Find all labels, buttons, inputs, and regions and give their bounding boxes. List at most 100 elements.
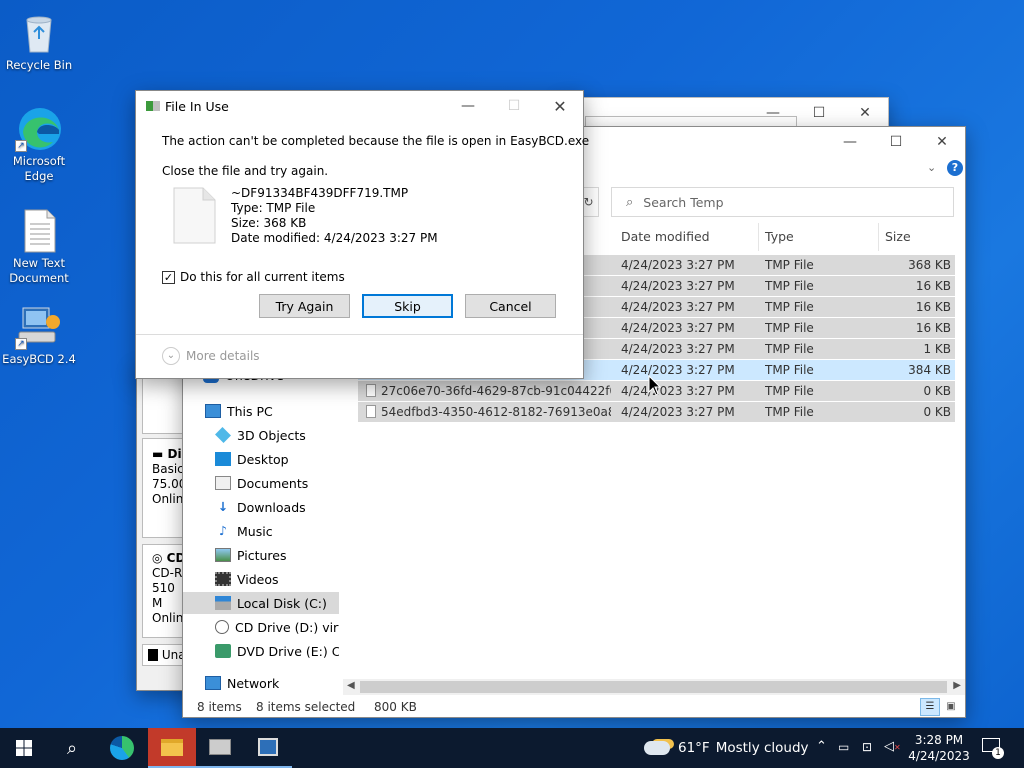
start-button[interactable] — [0, 728, 48, 768]
desktop-icon-text-document[interactable]: New Text Document — [1, 206, 77, 286]
apply-all-checkbox[interactable]: ✓ Do this for all current items — [162, 270, 345, 284]
taskbar-easybcd[interactable] — [244, 728, 292, 768]
column-header-size[interactable]: Size — [885, 229, 911, 244]
taskbar-edge[interactable] — [98, 728, 146, 768]
dialog-app-icon — [146, 101, 160, 111]
cd-drive-icon — [215, 620, 229, 634]
search-box[interactable]: ⌕ Search Temp — [611, 187, 954, 217]
checkbox-label: Do this for all current items — [180, 270, 345, 284]
pictures-icon — [215, 548, 231, 562]
large-icons-view-icon[interactable]: ▣ — [943, 699, 959, 715]
search-button[interactable]: ⌕ — [48, 728, 96, 768]
column-divider[interactable] — [758, 223, 759, 251]
nav-item-downloads[interactable]: ↓ Downloads — [215, 496, 306, 518]
disk-line: 510 M — [152, 581, 175, 610]
help-icon[interactable]: ? — [947, 160, 963, 176]
desktop-icon-easybcd[interactable]: ↗ EasyBCD 2.4 — [1, 302, 77, 367]
file-type: TMP File — [765, 363, 814, 377]
weather-widget[interactable]: 61°F Mostly cloudy — [644, 728, 809, 768]
close-icon[interactable]: ✕ — [919, 127, 965, 157]
disk-entry[interactable]: ◎ CD CD-R 510 M Onlin — [142, 544, 187, 638]
more-details-toggle[interactable]: ⌄ More details — [162, 347, 260, 365]
dialog-message: The action can't be completed because th… — [162, 134, 590, 148]
file-thumbnail-icon — [173, 187, 216, 244]
file-date: 4/24/2023 3:27 PM — [621, 321, 735, 335]
file-date: 4/24/2023 3:27 PM — [621, 384, 735, 398]
scroll-right-icon[interactable]: ▶ — [953, 680, 961, 691]
file-date-modified: Date modified: 4/24/2023 3:27 PM — [231, 231, 438, 245]
nav-item-pictures[interactable]: Pictures — [215, 544, 287, 566]
taskbar: ⌕ 61°F Mostly cloudy ⌃ ▭ ⊡ ◁✕ 3:28 PM 4/… — [0, 728, 1024, 768]
search-placeholder: Search Temp — [643, 194, 724, 210]
file-name: ~DF91334BF439DFF719.TMP — [231, 186, 409, 200]
cancel-button[interactable]: Cancel — [465, 294, 556, 318]
dvd-drive-icon — [215, 644, 231, 658]
ribbon-expand-icon[interactable]: ⌄ — [927, 161, 936, 174]
shortcut-arrow-icon: ↗ — [15, 140, 27, 152]
file-in-use-dialog[interactable]: File In Use — ☐ ✕ The action can't be co… — [135, 90, 589, 379]
network-icon — [205, 676, 221, 690]
details-view-icon[interactable]: ☰ — [920, 698, 940, 716]
nav-item-network[interactable]: Network — [205, 672, 279, 694]
file-date: 4/24/2023 3:27 PM — [621, 363, 735, 377]
nav-item-dvd-drive[interactable]: DVD Drive (E:) CCCC — [215, 640, 339, 662]
weather-condition: Mostly cloudy — [715, 740, 809, 756]
status-item-count: 8 items — [197, 700, 242, 714]
file-size: 1 KB — [923, 342, 951, 356]
desktop-icon-label: Recycle Bin — [5, 58, 73, 72]
minimize-icon[interactable]: — — [445, 91, 491, 121]
notification-center-button[interactable]: 1 — [982, 738, 1004, 759]
cd-drive-icon: ◎ — [152, 551, 163, 565]
disk-line: Onlin — [152, 611, 184, 625]
close-icon[interactable]: ✕ — [842, 98, 888, 128]
nav-item-videos[interactable]: Videos — [215, 568, 279, 590]
clock[interactable]: 3:28 PM 4/24/2023 — [908, 732, 970, 764]
file-row[interactable]: 54edfbd3-4350-4612-8182-76913e0a8e17....… — [358, 402, 955, 422]
disk-management-icon — [209, 739, 231, 755]
documents-icon — [215, 476, 231, 490]
dialog-divider — [136, 334, 583, 335]
weather-temp: 61°F — [678, 740, 710, 756]
nav-item-cd-drive[interactable]: CD Drive (D:) virtio- — [215, 616, 339, 638]
meet-now-icon[interactable]: ▭ — [838, 740, 849, 754]
nav-item-3d-objects[interactable]: 3D Objects — [215, 424, 306, 446]
tray-overflow-chevron-up-icon[interactable]: ⌃ — [816, 739, 827, 754]
maximize-icon[interactable]: ☐ — [796, 98, 842, 128]
maximize-icon[interactable]: ☐ — [873, 127, 919, 157]
file-size: Size: 368 KB — [231, 216, 307, 230]
horizontal-scrollbar[interactable]: ◀ ▶ — [343, 679, 965, 695]
desktop-icon — [215, 452, 231, 466]
try-again-button[interactable]: Try Again — [259, 294, 350, 318]
volume-muted-icon[interactable]: ◁✕ — [884, 739, 901, 754]
file-type: TMP File — [765, 258, 814, 272]
skip-button[interactable]: Skip — [362, 294, 453, 318]
nav-item-desktop[interactable]: Desktop — [215, 448, 289, 470]
disk-entry[interactable]: ▬ Di Basic 75.00 Onlin — [142, 438, 187, 538]
file-size: 16 KB — [915, 279, 951, 293]
edge-icon: ↗ — [15, 104, 63, 152]
taskbar-disk-management[interactable] — [196, 728, 244, 768]
notification-count-badge: 1 — [992, 747, 1004, 759]
taskbar-file-explorer[interactable] — [148, 728, 196, 768]
desktop-icon-label: New Text Document — [9, 256, 69, 285]
nav-item-local-disk[interactable]: Local Disk (C:) — [183, 592, 339, 614]
column-header-type[interactable]: Type — [765, 229, 794, 244]
dialog-title-bar[interactable]: File In Use — ☐ ✕ — [136, 91, 583, 121]
navigation-pane[interactable]: OneDrive This PC 3D Objects Desktop Docu… — [183, 367, 343, 697]
scrollbar-thumb[interactable] — [360, 681, 947, 693]
desktop-icon-recycle-bin[interactable]: Recycle Bin — [1, 8, 77, 73]
close-icon[interactable]: ✕ — [537, 91, 583, 121]
network-icon[interactable]: ⊡ — [862, 740, 872, 754]
clock-date: 4/24/2023 — [908, 749, 970, 763]
nav-item-this-pc[interactable]: This PC — [205, 400, 273, 422]
checkbox-checked-icon[interactable]: ✓ — [162, 270, 175, 284]
minimize-icon[interactable]: — — [827, 127, 873, 157]
file-size: 368 KB — [908, 258, 951, 272]
column-divider[interactable] — [878, 223, 879, 251]
nav-item-documents[interactable]: Documents — [215, 472, 308, 494]
disk-line: CD-R — [152, 566, 183, 580]
column-header-date[interactable]: Date modified — [621, 229, 710, 244]
scroll-left-icon[interactable]: ◀ — [347, 680, 355, 691]
desktop-icon-edge[interactable]: ↗ Microsoft Edge — [1, 104, 77, 184]
nav-item-music[interactable]: ♪ Music — [215, 520, 273, 542]
